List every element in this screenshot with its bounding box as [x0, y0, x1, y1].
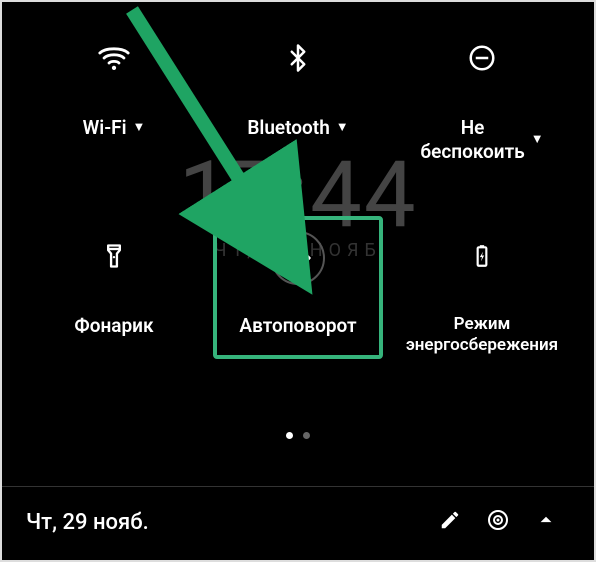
tile-autorotate[interactable]: Автоповорот [213, 216, 383, 360]
tile-label: Фонарик [74, 314, 153, 338]
edit-button[interactable] [426, 498, 474, 546]
expand-button[interactable] [522, 498, 570, 546]
tile-dnd[interactable]: Не беспокоить ▼ [397, 32, 567, 164]
tile-bluetooth[interactable]: Bluetooth ▼ [213, 32, 383, 140]
do-not-disturb-icon [467, 43, 497, 77]
autorotate-icon [271, 231, 325, 285]
tile-powersave[interactable]: Режим энергосбережения [397, 230, 567, 357]
bluetooth-icon [283, 43, 313, 77]
chevron-down-icon: ▼ [531, 133, 544, 146]
tile-wifi[interactable]: Wi-Fi ▼ [29, 32, 199, 140]
pager-dot [303, 432, 310, 439]
settings-button[interactable] [474, 498, 522, 546]
wifi-icon [97, 41, 131, 79]
pencil-icon [439, 509, 461, 535]
page-indicator [2, 432, 594, 439]
footer-date: Чт, 29 нояб. [26, 510, 149, 535]
tile-flashlight[interactable]: Фонарик [29, 230, 199, 338]
chevron-up-icon [533, 507, 559, 537]
tile-label: Не беспокоить [420, 116, 524, 164]
chevron-down-icon: ▼ [133, 121, 146, 134]
chevron-down-icon: ▼ [336, 121, 349, 134]
tile-label: Автоповорот [239, 314, 356, 338]
pager-dot-active [286, 432, 293, 439]
tile-label: Режим энергосбережения [406, 314, 558, 357]
tile-label: Bluetooth [247, 116, 329, 140]
battery-saver-icon [469, 243, 495, 273]
flashlight-icon [100, 242, 128, 274]
tile-label: Wi-Fi [83, 116, 127, 140]
gear-icon [486, 508, 510, 536]
